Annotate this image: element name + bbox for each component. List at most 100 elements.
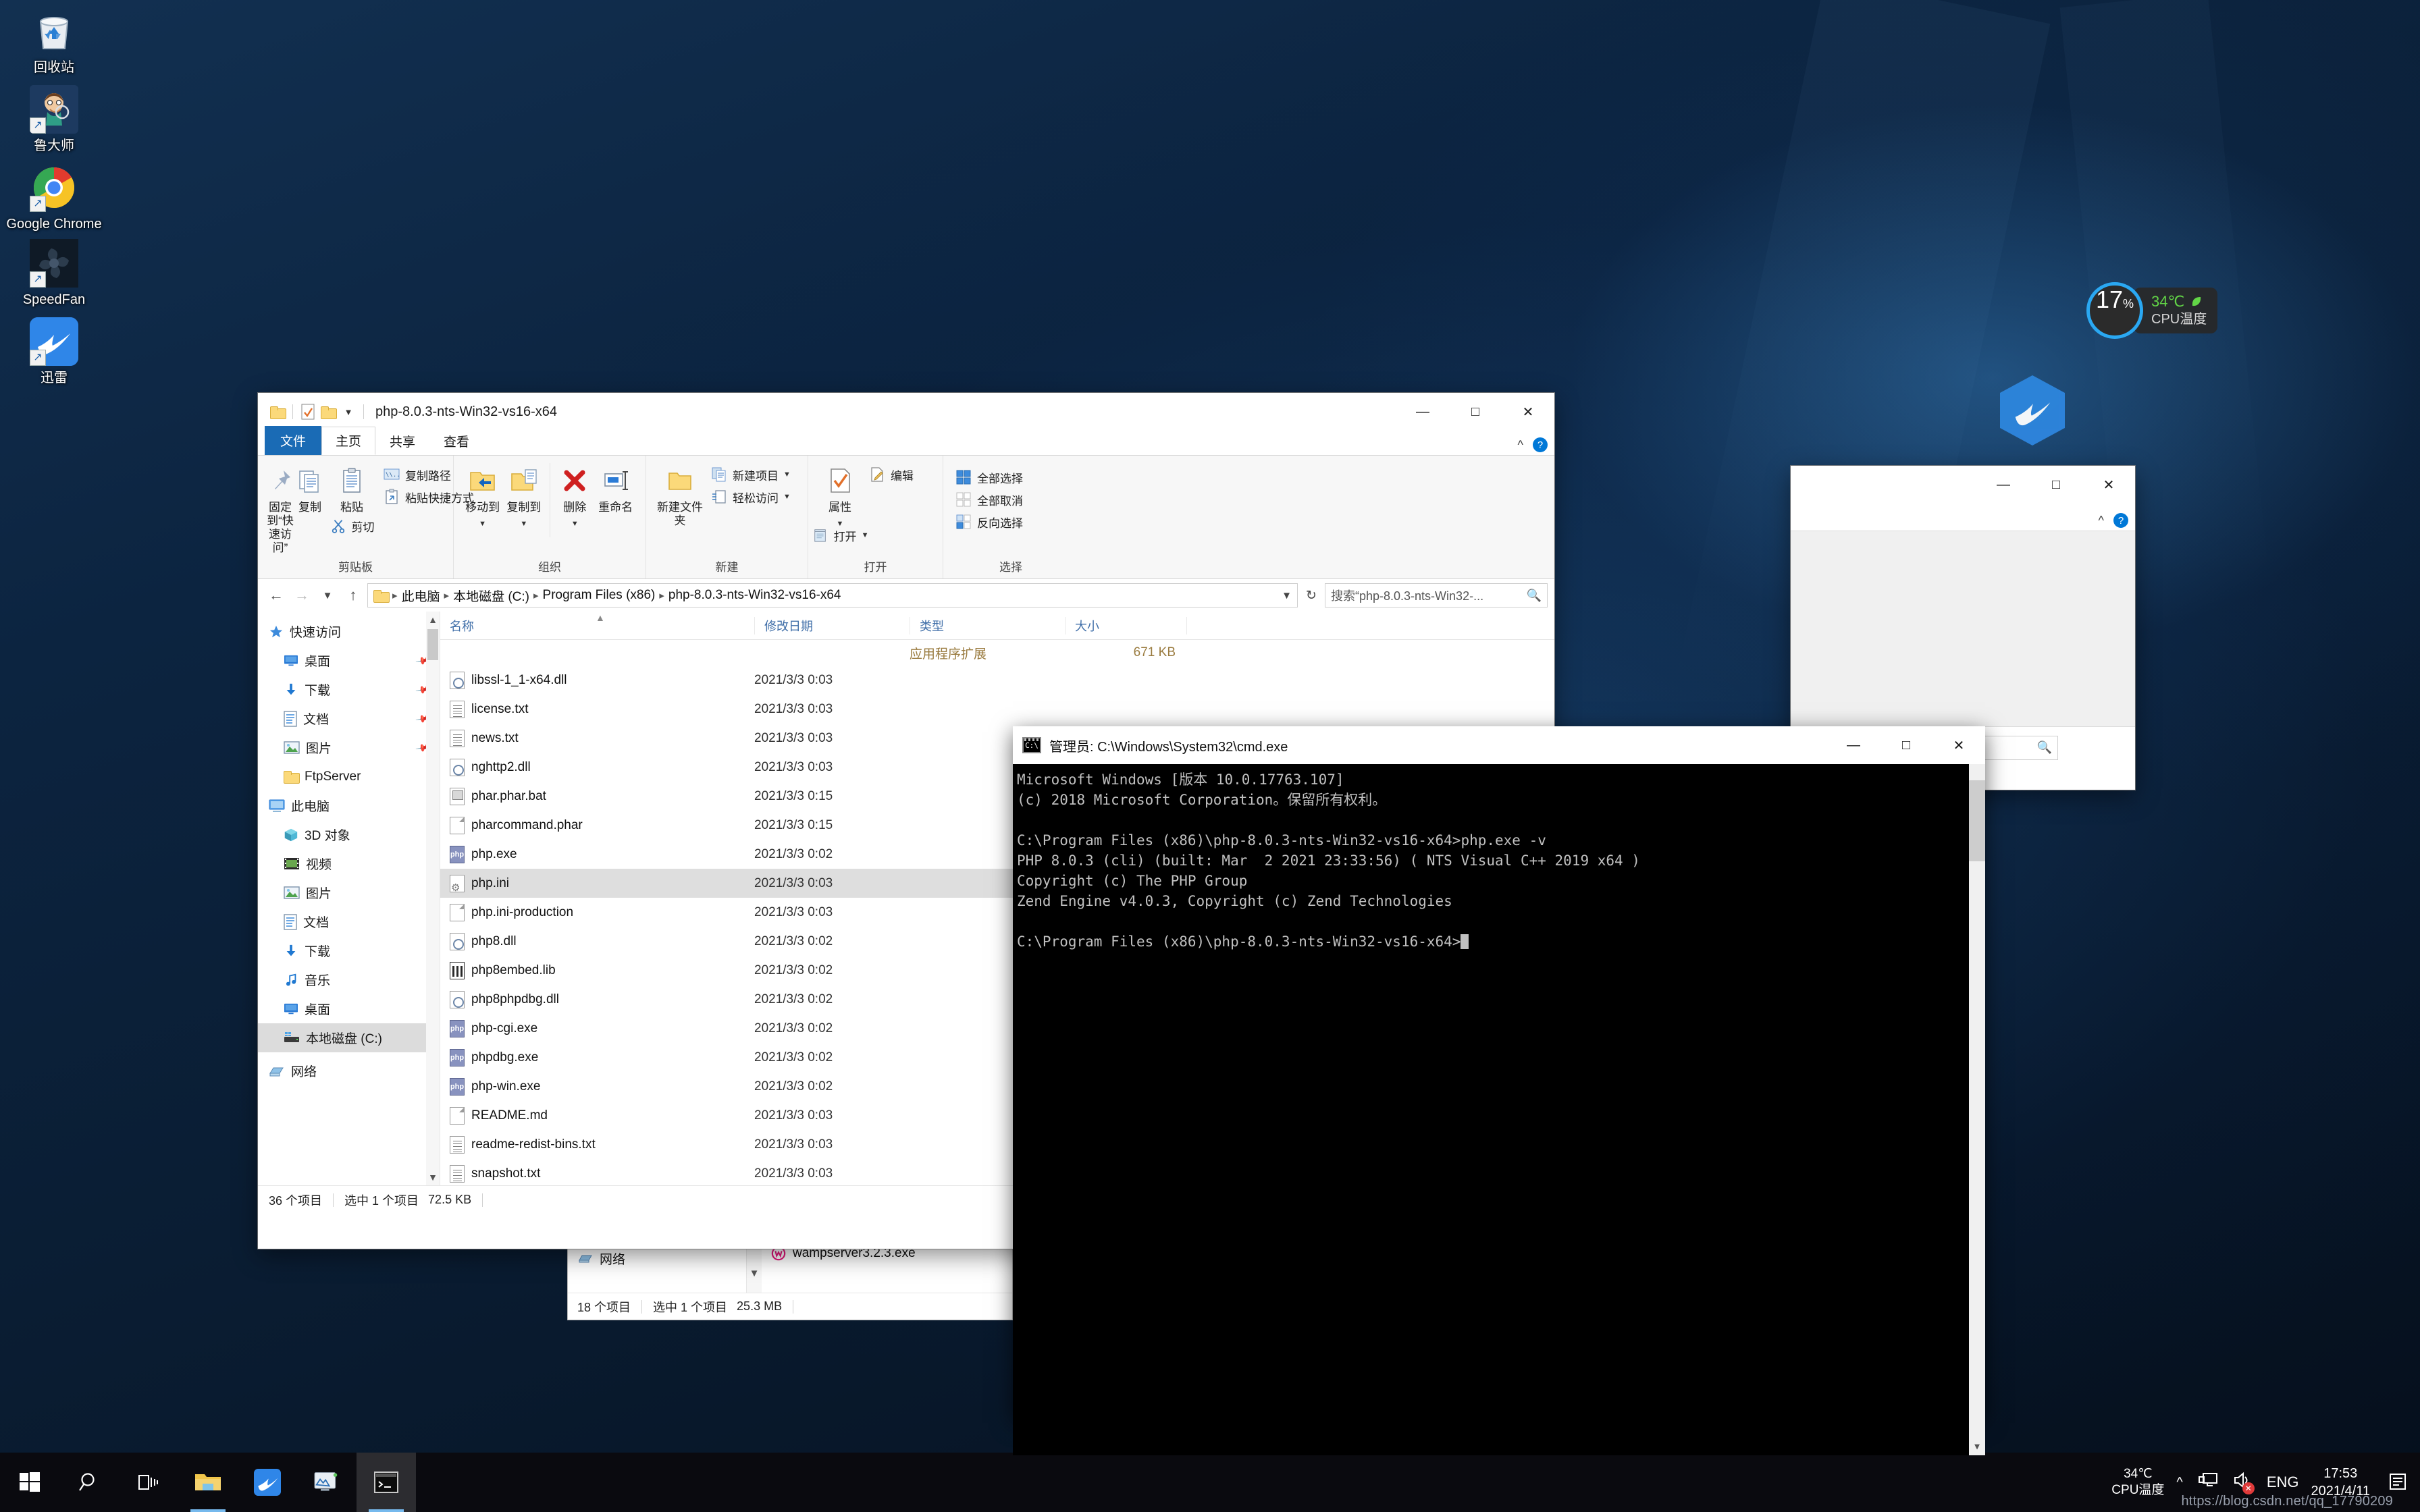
recent-locations-button[interactable]: ▼ <box>316 584 339 607</box>
maximize-button[interactable]: □ <box>1880 726 1932 764</box>
task-view-button[interactable] <box>119 1453 178 1512</box>
scroll-down-icon[interactable]: ▼ <box>1969 1439 1985 1455</box>
minimize-button[interactable]: — <box>1396 393 1449 431</box>
close-button[interactable]: ✕ <box>1932 726 1985 764</box>
properties-icon[interactable] <box>298 402 318 422</box>
scroll-down-icon[interactable]: ▼ <box>426 1169 440 1185</box>
cpu-monitor-widget[interactable]: 17% 34℃ CPU温度 <box>2086 282 2217 339</box>
select-none-button[interactable]: 全部取消 <box>951 489 1026 510</box>
sidebar-item-documents[interactable]: 文档 📌 <box>258 704 440 733</box>
desktop-icon-chrome[interactable]: ↗ Google Chrome <box>0 163 108 232</box>
new-folder-button[interactable]: 新建文件夹 <box>654 460 706 528</box>
folder-icon[interactable] <box>267 402 288 422</box>
column-header-date[interactable]: 修改日期 <box>754 617 910 634</box>
close-button[interactable]: ✕ <box>2082 466 2135 504</box>
xunlei-button[interactable] <box>238 1453 297 1512</box>
sidebar-item-downloads-2[interactable]: 下载 <box>258 936 440 965</box>
pin-to-quick-access-button[interactable]: 固定到“快速访问” <box>266 460 294 555</box>
cmd-console-output[interactable]: Microsoft Windows [版本 10.0.17763.107] (c… <box>1013 764 1985 1455</box>
chevron-up-icon[interactable]: ^ <box>1518 438 1523 452</box>
sidebar-item-local-disk-c[interactable]: 本地磁盘 (C:) <box>258 1023 440 1052</box>
table-row[interactable]: license.txt 2021/3/3 0:03 <box>440 695 1554 724</box>
breadcrumb-item-2[interactable]: Program Files (x86) <box>543 588 656 603</box>
scrollbar-thumb[interactable] <box>1969 780 1985 861</box>
desktop-icon-ludashi[interactable]: ↗ 鲁大师 <box>0 85 108 154</box>
maximize-button[interactable]: □ <box>1449 393 1502 431</box>
invert-selection-button[interactable]: 反向选择 <box>951 512 1026 532</box>
chevron-down-icon[interactable]: ▼ <box>479 517 486 531</box>
sidebar-item-quick-access[interactable]: 快速访问 <box>258 617 440 646</box>
search-input[interactable]: 搜索“php-8.0.3-nts-Win32-... 🔍 <box>1325 583 1548 608</box>
cmd-scrollbar[interactable]: ▲ ▼ <box>1969 764 1985 1455</box>
copy-button[interactable]: 复制 <box>296 460 324 514</box>
chevron-down-icon[interactable]: ▼ <box>862 531 869 539</box>
sidebar-item-desktop[interactable]: 桌面 📌 <box>258 646 440 675</box>
paste-button[interactable]: 粘贴 <box>325 460 378 514</box>
navigation-scrollbar[interactable]: ▲ ▼ <box>426 612 440 1185</box>
sidebar-item-this-pc[interactable]: 此电脑 <box>258 791 440 820</box>
cut-button[interactable]: 剪切 <box>326 516 378 536</box>
volume-muted-icon[interactable]: ✕ <box>2233 1472 2252 1493</box>
column-header-size[interactable]: 大小 <box>1065 617 1186 634</box>
cmd-window[interactable]: C:\ 管理员: C:\Windows\System32\cmd.exe — □… <box>1013 726 1985 1418</box>
back-button[interactable]: ← <box>265 584 288 607</box>
search-icon[interactable]: 🔍 <box>1527 589 1542 603</box>
open-button[interactable]: 打开 ▼ <box>808 525 872 545</box>
chevron-up-icon[interactable]: ^ <box>2176 1475 2182 1490</box>
chevron-down-icon[interactable]: ▼ <box>571 517 579 531</box>
column-header-type[interactable]: 类型 <box>910 617 1065 634</box>
sidebar-item-pictures-2[interactable]: 图片 <box>258 878 440 907</box>
up-button[interactable]: ↑ <box>342 584 365 607</box>
sidebar-item-network-secondary[interactable]: 网络 <box>568 1247 746 1270</box>
minimize-button[interactable]: — <box>1977 466 2030 504</box>
sidebar-item-videos[interactable]: 视频 <box>258 849 440 878</box>
breadcrumb-item-0[interactable]: 此电脑 <box>402 587 440 605</box>
delete-button[interactable]: 删除 ▼ <box>556 460 594 531</box>
search-icon[interactable]: 🔍 <box>2037 740 2052 755</box>
copy-to-button[interactable]: 复制到 ▼ <box>503 460 544 531</box>
file-explorer-button[interactable] <box>178 1453 238 1512</box>
taskbar-clock[interactable]: 17:53 2021/4/11 <box>2311 1465 2371 1500</box>
action-center-button[interactable] <box>2382 1453 2415 1512</box>
chevron-down-icon[interactable]: ▼ <box>783 470 791 479</box>
sidebar-item-ftpserver[interactable]: FtpServer <box>258 762 440 791</box>
rename-button[interactable]: 重命名 <box>594 460 637 514</box>
table-row[interactable]: libssl-1_1-x64.dll 2021/3/3 0:03 <box>440 666 1554 695</box>
chevron-down-icon[interactable]: ▼ <box>520 517 527 531</box>
breadcrumb[interactable]: ▸ 此电脑 ▸ 本地磁盘 (C:) ▸ Program Files (x86) … <box>367 583 1298 608</box>
start-button[interactable] <box>0 1453 59 1512</box>
speedfan-button[interactable] <box>297 1453 357 1512</box>
breadcrumb-dropdown-icon[interactable]: ▼ <box>1282 590 1292 601</box>
table-row[interactable]: 应用程序扩展 671 KB <box>440 640 1554 666</box>
sidebar-item-desktop-2[interactable]: 桌面 <box>258 994 440 1023</box>
network-icon[interactable] <box>2198 1472 2218 1493</box>
customize-dropdown-icon[interactable]: ▼ <box>338 402 359 422</box>
search-button[interactable] <box>59 1453 119 1512</box>
close-button[interactable]: ✕ <box>1502 393 1554 431</box>
desktop-icon-speedfan[interactable]: ↗ SpeedFan <box>0 239 108 308</box>
breadcrumb-item-1[interactable]: 本地磁盘 (C:) <box>453 587 529 605</box>
sidebar-item-pictures[interactable]: 图片 📌 <box>258 733 440 762</box>
breadcrumb-item-3[interactable]: php-8.0.3-nts-Win32-vs16-x64 <box>668 588 841 603</box>
scrollbar-thumb[interactable] <box>427 629 438 660</box>
tab-home[interactable]: 主页 <box>321 427 375 455</box>
desktop-icon-recycle-bin[interactable]: 回收站 <box>0 7 108 76</box>
properties-button[interactable]: 属性 ▼ <box>816 460 864 531</box>
select-all-button[interactable]: 全部选择 <box>951 467 1026 487</box>
sidebar-item-downloads[interactable]: 下载 📌 <box>258 675 440 704</box>
chevron-up-icon[interactable]: ^ <box>2099 514 2104 528</box>
sidebar-item-music[interactable]: 音乐 <box>258 965 440 994</box>
taskbar-cpu-temp[interactable]: 34℃ CPU温度 <box>2111 1466 2164 1498</box>
refresh-button[interactable]: ↻ <box>1300 585 1322 606</box>
desktop-icon-xunlei[interactable]: ↗ 迅雷 <box>0 317 108 386</box>
tab-share[interactable]: 共享 <box>375 427 429 455</box>
language-indicator[interactable]: ENG <box>2267 1474 2299 1491</box>
tab-file[interactable]: 文件 <box>265 426 321 455</box>
explorer2-bottom-fragment[interactable]: 网络 ▼ vs_Community.exe wampserver3.2.3.ex… <box>567 1239 1013 1320</box>
chevron-down-icon[interactable]: ▼ <box>783 493 791 501</box>
easy-access-button[interactable]: 轻松访问 ▼ <box>707 487 794 507</box>
edit-button[interactable]: 编辑 <box>865 464 917 485</box>
forward-button[interactable]: → <box>290 584 313 607</box>
scroll-up-icon[interactable]: ▲ <box>426 612 440 628</box>
help-icon[interactable]: ? <box>2113 513 2128 528</box>
